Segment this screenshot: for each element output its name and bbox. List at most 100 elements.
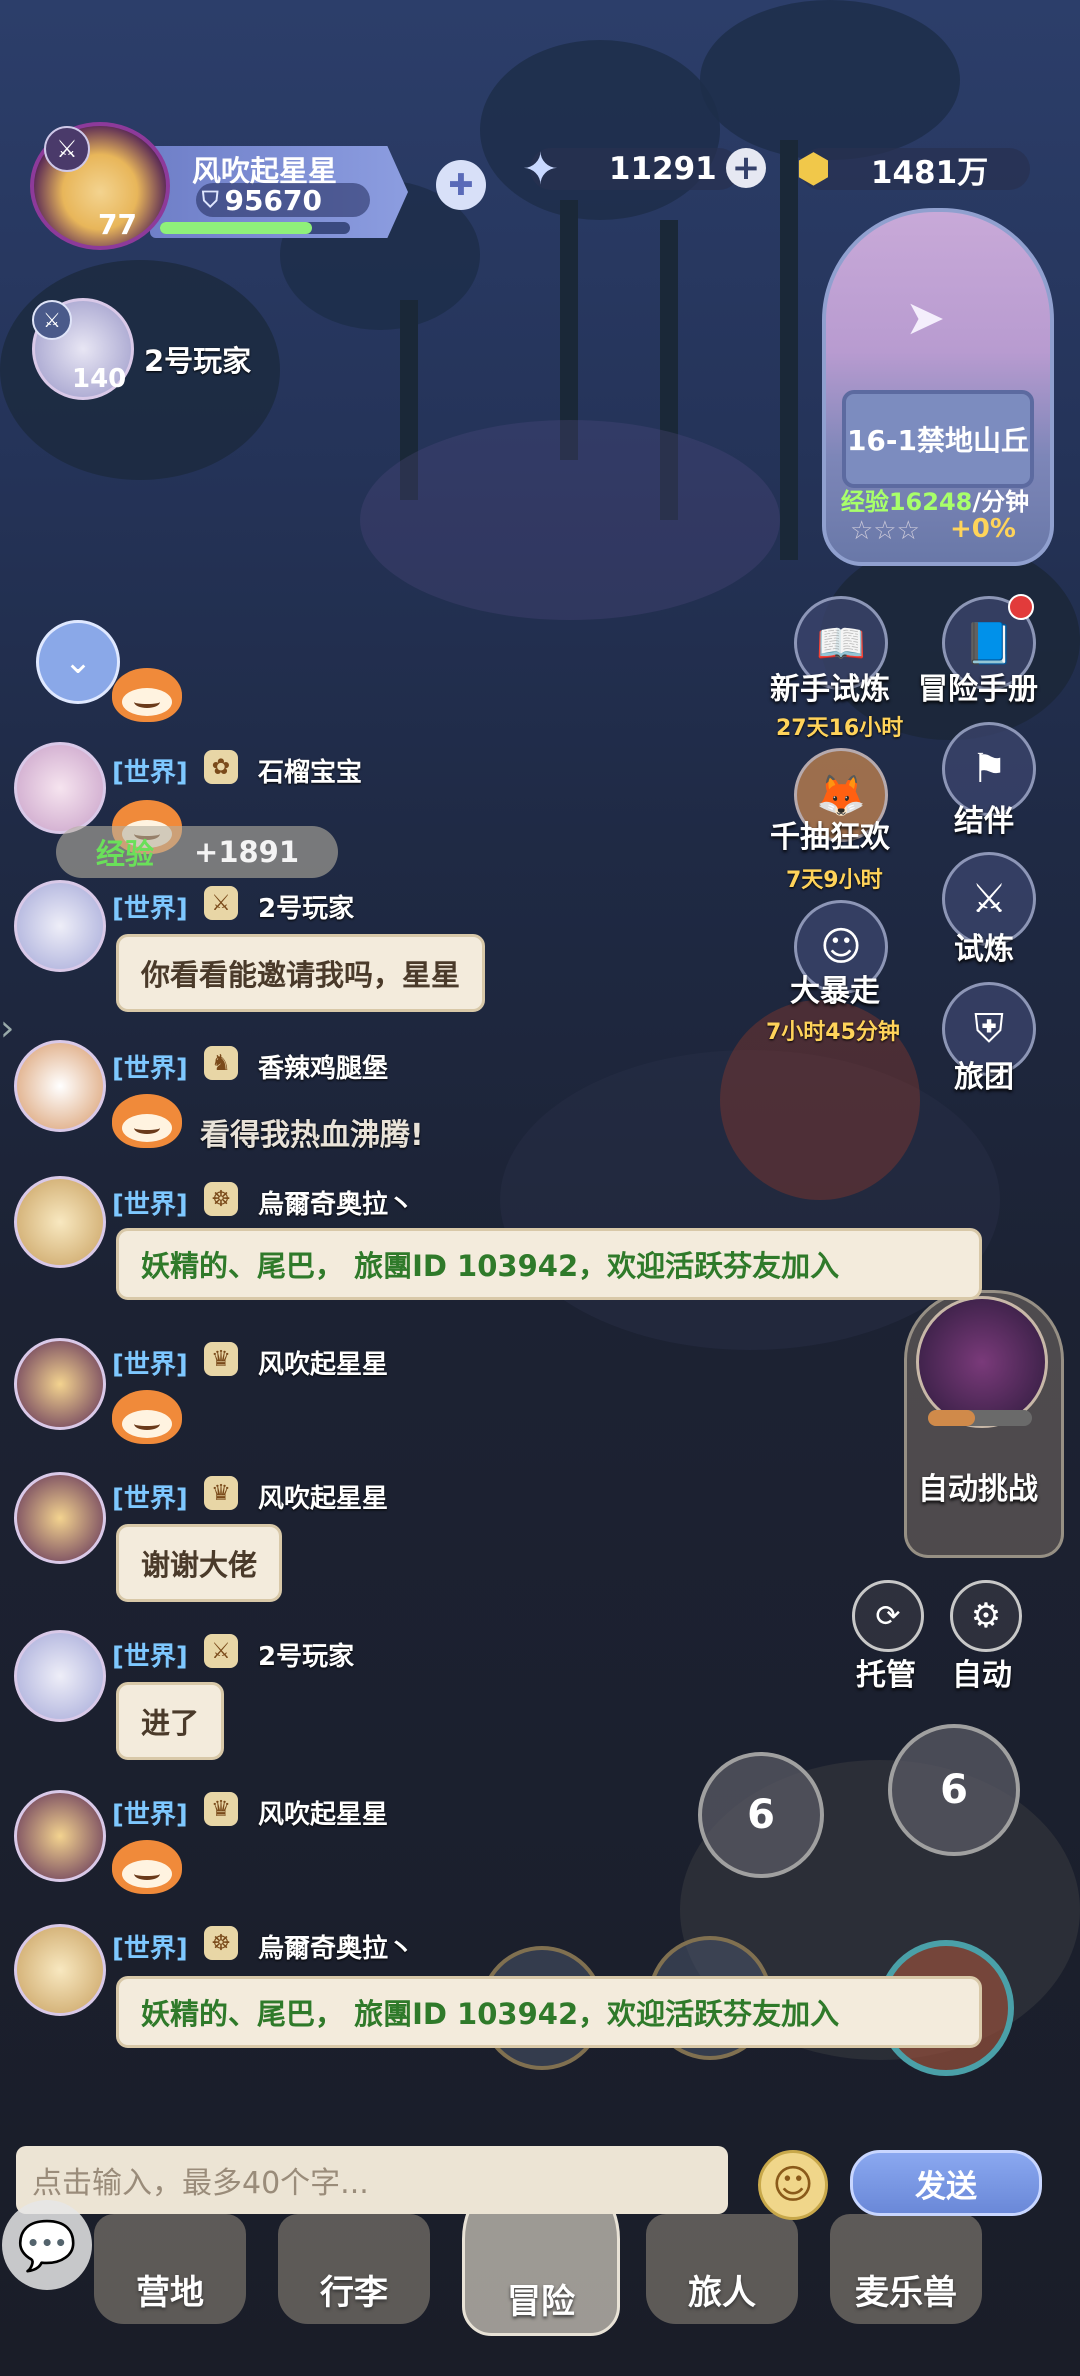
feature-timer-gacha-carnival: 7天9小时: [786, 868, 883, 893]
world-channel-tag: [世界]: [112, 1934, 188, 1964]
chat-bubble-icon[interactable]: 💬: [2, 2200, 92, 2290]
player-level: 77: [98, 208, 137, 241]
feature-label-rampage[interactable]: 大暴走: [790, 966, 880, 1010]
feature-label-companion[interactable]: 结伴: [954, 796, 1014, 840]
chat-sender-name[interactable]: 2号玩家: [258, 888, 354, 925]
player-badge-icon: ☸: [204, 1182, 238, 1216]
collapse-chat-button[interactable]: ⌄: [36, 620, 120, 704]
feature-timer-novice-trial: 27天16小时: [776, 716, 904, 741]
world-channel-tag: [世界]: [112, 894, 188, 924]
shield-icon: ⛉: [202, 187, 219, 213]
stage-stars-rating: ☆☆☆: [850, 516, 920, 546]
nav-tab-pets-label: 麦乐兽: [855, 2272, 957, 2313]
stage-compass-icon: ➤: [905, 290, 946, 346]
player-badge-icon: ⚔: [204, 1634, 238, 1668]
nav-tab-luggage-label: 行李: [320, 2272, 388, 2313]
fox-emoji: [112, 1094, 182, 1148]
stage-bonus: +0%: [950, 514, 1016, 544]
auto-label[interactable]: 自动: [952, 1650, 1012, 1694]
buff-button[interactable]: ✚: [436, 160, 486, 210]
skill-button-2[interactable]: 6: [888, 1724, 1020, 1856]
chat-sender-name[interactable]: 风吹起星星: [258, 1478, 388, 1515]
chat-sender-name[interactable]: 石榴宝宝: [258, 752, 362, 789]
chat-bubble: 谢谢大佬: [116, 1524, 283, 1602]
nav-tab-pets[interactable]: 麦乐兽: [830, 2214, 982, 2324]
chat-sender-name[interactable]: 香辣鸡腿堡: [258, 1048, 388, 1085]
sword-icon: ⚔: [32, 300, 72, 340]
player-xp-bar: [160, 222, 350, 234]
chat-bubble: 妖精的、尾巴， 旅團ID 103942，欢迎活跃芬友加入: [116, 1228, 982, 1300]
nav-tab-camp[interactable]: 营地: [94, 2214, 246, 2324]
chat-avatar[interactable]: [14, 880, 106, 972]
world-channel-tag: [世界]: [112, 758, 188, 788]
nav-tab-adventure-label: 冒险: [507, 2281, 575, 2322]
chat-sender-name[interactable]: 风吹起星星: [258, 1794, 388, 1831]
skill-cooldown-2: 6: [940, 1767, 968, 1813]
chat-avatar[interactable]: [14, 1630, 106, 1722]
star-crystal-icon: ✦: [522, 143, 559, 195]
chat-sender-name[interactable]: 2号玩家: [258, 1636, 354, 1673]
chat-input[interactable]: 点击输入，最多40个字...: [16, 2146, 728, 2214]
fox-emoji: [112, 1840, 182, 1894]
feature-timer-rampage: 7小时45分钟: [766, 1020, 900, 1045]
star-currency-value: 11291: [608, 151, 717, 187]
gold-coin-icon: ⬢: [796, 146, 831, 192]
chat-avatar[interactable]: [14, 1338, 106, 1430]
gold-currency-pill: ⬢ 1481万: [796, 146, 1030, 192]
world-channel-tag: [世界]: [112, 1800, 188, 1830]
chat-avatar[interactable]: [14, 1924, 106, 2016]
send-button[interactable]: 发送: [850, 2150, 1042, 2216]
chat-sender-name[interactable]: 烏爾奇奥拉丶: [258, 1184, 414, 1221]
chat-sender-name[interactable]: 烏爾奇奥拉丶: [258, 1928, 414, 1965]
feature-label-trial[interactable]: 试炼: [954, 924, 1014, 968]
managed-label[interactable]: 托管: [856, 1650, 916, 1694]
player-badge-icon: ♞: [204, 1046, 238, 1080]
chat-avatar[interactable]: [14, 1040, 106, 1132]
exp-gain-value: +1891: [194, 835, 300, 869]
sword-icon: ⚔: [44, 126, 90, 172]
chat-bubble: 进了: [116, 1682, 225, 1760]
chat-bubble: 你看看能邀请我吗，星星: [116, 934, 486, 1012]
player-badge-icon: ✿: [204, 750, 238, 784]
combat-power-value: 95670: [224, 183, 322, 217]
chat-avatar[interactable]: [14, 742, 106, 834]
player-badge-icon: ♛: [204, 1792, 238, 1826]
world-channel-tag: [世界]: [112, 1642, 188, 1672]
notification-dot: [1008, 594, 1034, 620]
star-currency-pill: ✦ 11291: [522, 144, 740, 195]
world-channel-tag: [世界]: [112, 1484, 188, 1514]
add-currency-button[interactable]: +: [726, 148, 766, 188]
chat-sender-name[interactable]: 风吹起星星: [258, 1344, 388, 1381]
player-badge-icon: ☸: [204, 1926, 238, 1960]
world-channel-tag: [世界]: [112, 1054, 188, 1084]
managed-icon[interactable]: ⟳: [852, 1580, 924, 1652]
stage-title[interactable]: 16-1禁地山丘: [842, 390, 1034, 488]
chat-avatar[interactable]: [14, 1472, 106, 1564]
auto-gear-icon[interactable]: ⚙: [950, 1580, 1022, 1652]
feature-label-novice-trial[interactable]: 新手试炼: [770, 664, 890, 708]
auto-challenge-label[interactable]: 自动挑战: [918, 1464, 1038, 1508]
feature-label-gacha-carnival[interactable]: 千抽狂欢: [770, 812, 890, 856]
feature-label-guild[interactable]: 旅团: [954, 1052, 1014, 1096]
skill-button-1[interactable]: 6: [698, 1752, 824, 1878]
chat-bubble: 妖精的、尾巴， 旅團ID 103942，欢迎活跃芬友加入: [116, 1976, 982, 2048]
chat-avatar[interactable]: [14, 1176, 106, 1268]
chat-avatar[interactable]: [14, 1790, 106, 1882]
world-channel-tag: [世界]: [112, 1190, 188, 1220]
chat-side-handle[interactable]: ›: [0, 1008, 14, 1049]
nav-tab-travelers[interactable]: 旅人: [646, 2214, 798, 2324]
player-badge-icon: ♛: [204, 1342, 238, 1376]
nav-tab-travelers-label: 旅人: [688, 2272, 756, 2313]
emoji-button[interactable]: ☺: [758, 2150, 828, 2220]
nav-tab-luggage[interactable]: 行李: [278, 2214, 430, 2324]
skill-cooldown-1: 6: [747, 1792, 775, 1838]
auto-challenge-progress: [928, 1410, 1032, 1426]
stage-exp-rate: 经验16248/分钟: [840, 482, 1030, 517]
feature-label-adventure-handbook[interactable]: 冒险手册: [918, 664, 1038, 708]
chat-emote-text: 看得我热血沸腾!: [200, 1118, 424, 1153]
companion-level: 140: [72, 364, 127, 394]
boss-portrait: [916, 1296, 1048, 1428]
nav-tab-camp-label: 营地: [136, 2272, 204, 2313]
stage-exp-label: 经验: [840, 488, 889, 516]
companion-name: 2号玩家: [144, 344, 252, 378]
